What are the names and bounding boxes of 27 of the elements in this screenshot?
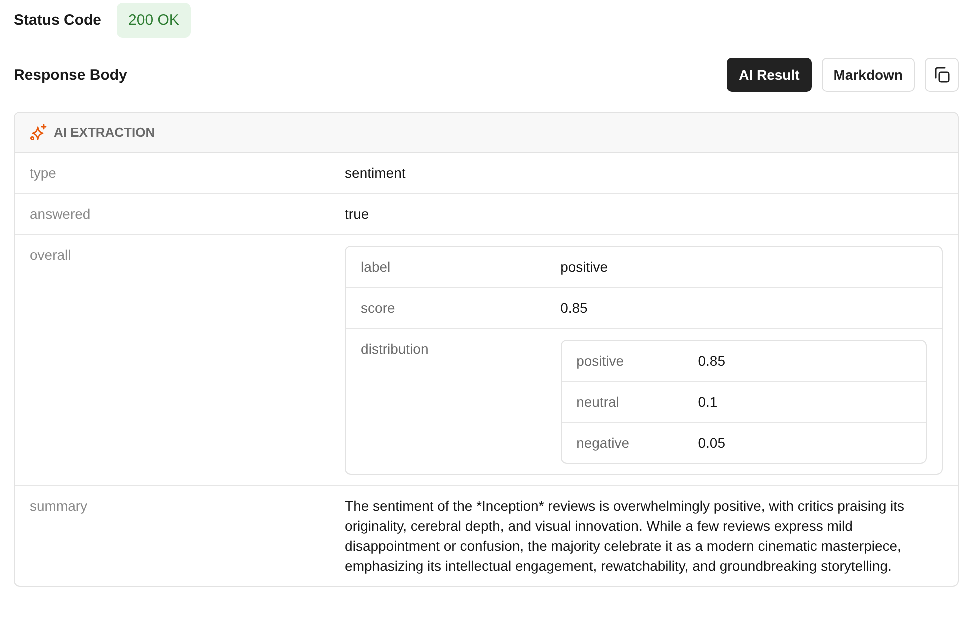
field-value: positive — [560, 258, 610, 277]
field-value: 0.85 — [698, 352, 726, 371]
status-badge: 200 OK — [116, 3, 192, 38]
field-key: positive — [562, 341, 698, 381]
sparkle-icon — [30, 124, 47, 141]
field-key: score — [346, 288, 561, 328]
section-title: Response Body — [14, 66, 128, 84]
card-title: AI EXTRACTION — [54, 125, 156, 140]
field-key: neutral — [562, 382, 698, 422]
view-tab[interactable]: AI Result — [727, 58, 812, 92]
copy-button[interactable] — [925, 58, 959, 92]
field-key: type — [15, 153, 346, 193]
copy-icon — [934, 67, 950, 83]
status-code-label: Status Code — [14, 12, 102, 29]
field-key: summary — [15, 486, 346, 586]
field-key: negative — [562, 423, 698, 463]
field-key: answered — [15, 194, 346, 234]
field-value: true — [345, 205, 370, 224]
field-value: sentiment — [345, 164, 407, 183]
field-value: 0.05 — [698, 434, 726, 453]
field-value: The sentiment of the *Inception* reviews is overwhelmingly positive, with critics praising its originality, cerebral depth, and visual innovation. While a few reviews express mild disappointment or confusion, the majority celebrate it as a modern cinematic masterpiece, emphasizing its intellectual engagement, rewatchability, and groundbreaking storytelling. — [345, 497, 906, 576]
field-value: 0.85 — [560, 299, 589, 318]
field-key: overall — [15, 235, 346, 485]
view-tab[interactable]: Markdown — [822, 58, 915, 92]
field-value: 0.1 — [698, 393, 719, 412]
field-key: distribution — [346, 329, 561, 474]
field-key: label — [346, 247, 561, 287]
